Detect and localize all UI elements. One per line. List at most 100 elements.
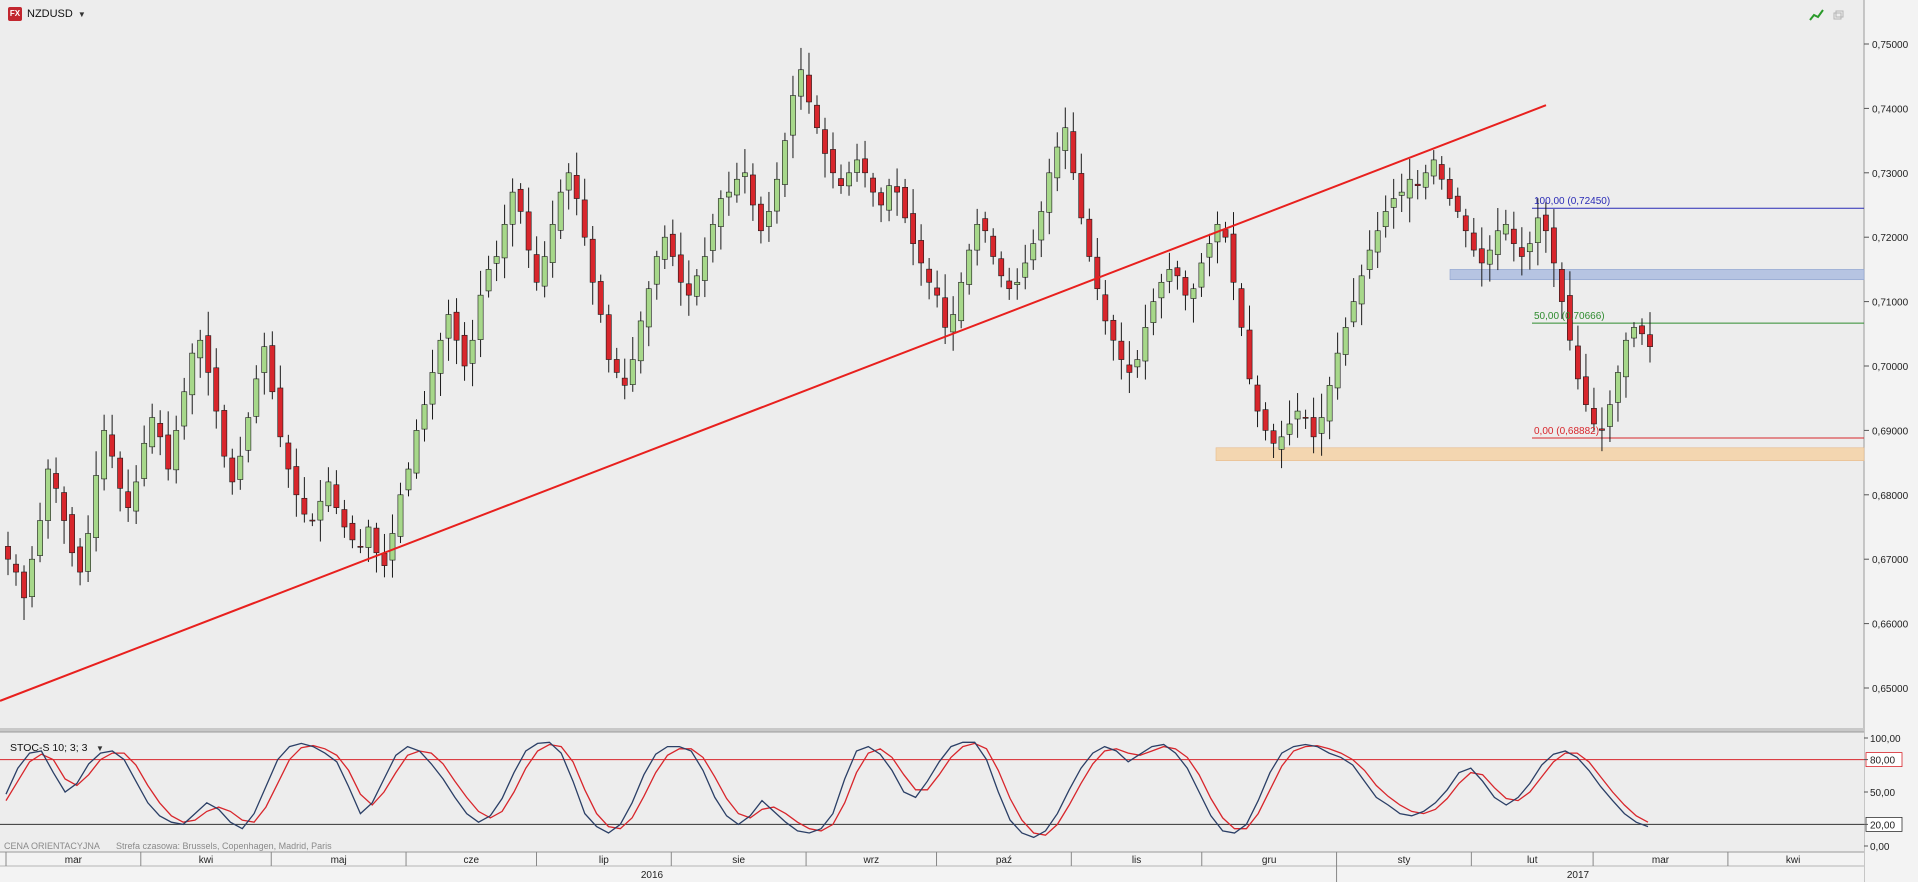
candle-body <box>421 404 428 430</box>
candle-body <box>677 254 684 283</box>
candle-body <box>69 514 75 554</box>
candle-body <box>5 546 11 560</box>
candle-body <box>277 387 284 438</box>
candle-body <box>589 238 596 283</box>
panel-separator[interactable] <box>0 728 1864 732</box>
candle-body <box>181 391 188 427</box>
candle-body <box>477 294 484 340</box>
candle-body <box>525 211 532 251</box>
candle-body <box>1086 218 1093 257</box>
price-note: CENA ORIENTACYJNA <box>4 841 100 851</box>
month-label: maj <box>331 855 347 866</box>
candle-body <box>349 522 356 541</box>
chevron-down-icon[interactable]: ▼ <box>96 744 104 753</box>
candle-body <box>878 192 884 206</box>
candle-body <box>509 191 516 225</box>
candle-body <box>1583 376 1589 405</box>
candle-body <box>237 455 244 480</box>
candle-body <box>838 178 844 186</box>
candle-body <box>854 159 860 173</box>
candle-body <box>918 240 925 264</box>
candle-body <box>157 423 164 438</box>
candle-body <box>1286 423 1293 435</box>
candle-body <box>910 213 917 244</box>
candle-body <box>717 198 724 227</box>
candle-body <box>333 484 340 508</box>
candle-body <box>1534 217 1541 243</box>
symbol-label[interactable]: NZDUSD <box>27 8 73 20</box>
plot-background <box>0 0 1864 728</box>
candle-body <box>629 359 636 385</box>
candle-body <box>661 236 668 260</box>
candle-body <box>1070 131 1077 174</box>
candle-body <box>1470 232 1477 251</box>
candle-body <box>645 288 652 328</box>
candle-body <box>1342 327 1349 355</box>
candle-body <box>1222 229 1229 238</box>
candle-body <box>1318 417 1325 434</box>
candle-body <box>597 281 604 315</box>
y-tick-label: 0,70000 <box>1872 362 1909 373</box>
candle-body <box>1334 352 1341 389</box>
candle-body <box>974 224 981 251</box>
candle-body <box>309 519 316 522</box>
candle-body <box>221 410 228 457</box>
candle-body <box>301 497 308 515</box>
y-tick-label: 0,67000 <box>1872 555 1909 566</box>
candle-body <box>1310 417 1317 438</box>
month-label: lis <box>1132 855 1141 866</box>
y-tick-label: 0,74000 <box>1872 104 1909 115</box>
candle-body <box>1062 127 1069 151</box>
candle-body <box>709 224 716 251</box>
candle-body <box>165 434 172 470</box>
candle-body <box>1246 329 1253 380</box>
candle-body <box>1398 191 1405 196</box>
candle-body <box>341 509 348 528</box>
candle-body <box>621 377 628 386</box>
candle-body <box>862 158 868 174</box>
candle-body <box>77 546 83 573</box>
chevron-down-icon[interactable]: ▼ <box>78 10 86 19</box>
candle-body <box>1022 262 1029 278</box>
candle-body <box>814 104 820 129</box>
candle-body <box>766 211 772 227</box>
candle-body <box>605 314 612 360</box>
candle-body <box>1350 301 1357 323</box>
candle-body <box>1438 164 1445 180</box>
candle-body <box>1110 319 1117 341</box>
candle-body <box>1150 301 1157 323</box>
candle-body <box>1462 215 1469 232</box>
y-axis-background <box>1864 0 1918 882</box>
candle-body <box>1262 409 1269 431</box>
candle-body <box>1118 340 1125 360</box>
candle-body <box>685 283 692 296</box>
symbol-selector[interactable]: FX NZDUSD ▼ <box>8 7 86 21</box>
candle-body <box>405 468 412 491</box>
candle-body <box>725 191 732 198</box>
candle-body <box>253 378 260 417</box>
candle-body <box>1647 334 1653 347</box>
candle-body <box>1182 277 1189 296</box>
indicator-label[interactable]: STOC-S 10; 3; 3 <box>10 742 88 754</box>
candle-body <box>1206 243 1213 258</box>
candle-body <box>141 442 148 479</box>
candle-body <box>317 500 324 521</box>
candle-body <box>1390 198 1397 208</box>
candle-body <box>533 254 540 283</box>
candle-body <box>245 417 252 451</box>
y-tick-label: 0,73000 <box>1872 169 1909 180</box>
candle-body <box>990 235 997 257</box>
candle-body <box>93 475 100 538</box>
candle-body <box>1134 359 1141 368</box>
candle-body <box>1422 172 1429 188</box>
candle-body <box>549 224 556 263</box>
stoch-tick-label: 50,00 <box>1870 788 1895 799</box>
candle-body <box>774 178 780 212</box>
candle-body <box>45 468 51 521</box>
month-label: kwi <box>1786 855 1800 866</box>
month-label: cze <box>463 855 479 866</box>
y-tick-label: 0,71000 <box>1872 298 1909 309</box>
candle-body <box>1054 146 1061 179</box>
candle-body <box>806 74 812 103</box>
candle-body <box>1230 233 1237 283</box>
